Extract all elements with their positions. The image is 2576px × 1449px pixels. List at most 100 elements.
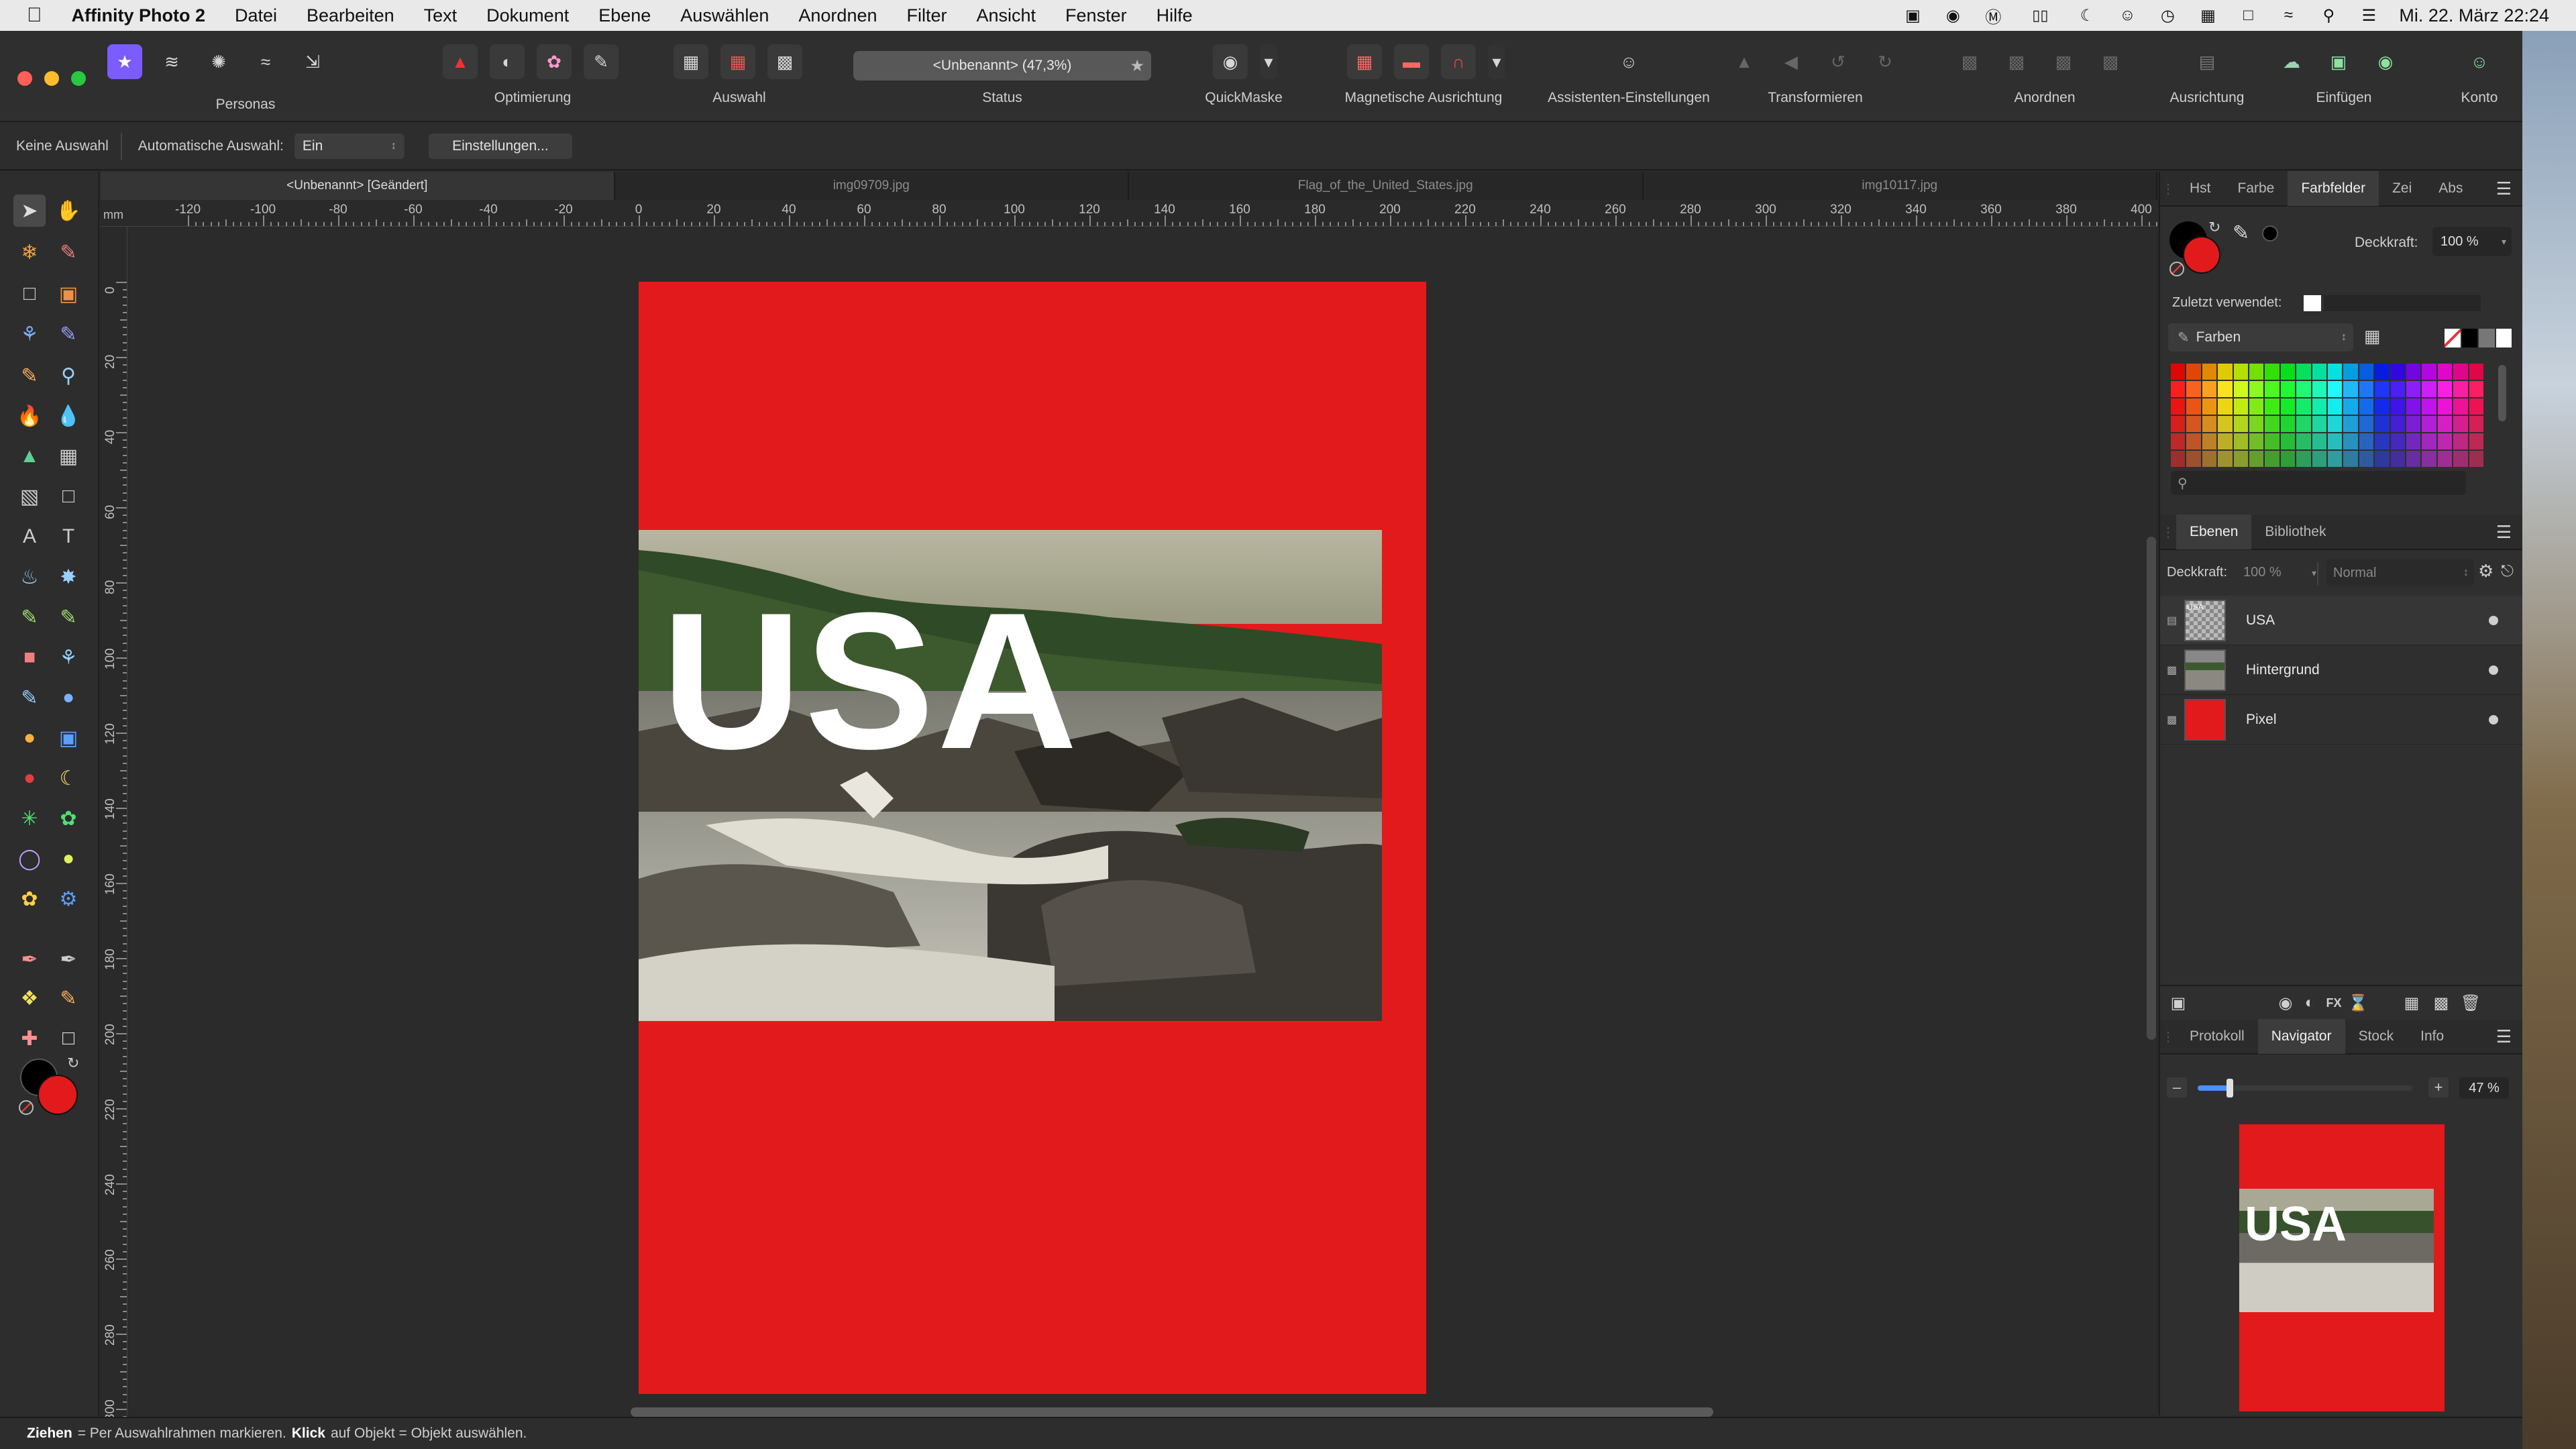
layer-row-hintergrund[interactable]: ▩ Hintergrund [2160,645,2522,695]
swatch[interactable] [2406,416,2421,432]
delete-layer-icon[interactable]: 🗑 [2459,991,2482,1014]
user-icon[interactable]: ☺ [2117,5,2137,25]
color-picker-icon[interactable]: ❖ [13,982,46,1014]
auto-white-balance-icon[interactable]: ✎ [584,44,619,79]
marquee-tool-icon[interactable]: □ [13,278,46,310]
swatch[interactable] [2375,381,2390,397]
menu-text[interactable]: Text [424,5,458,26]
swatch[interactable] [2296,381,2311,397]
layer-opacity-value[interactable]: 100 % [2243,565,2282,580]
photo-persona-icon[interactable]: ★ [107,44,142,79]
swatch[interactable] [2249,451,2264,467]
swatch[interactable] [2390,451,2405,467]
swatch[interactable] [2437,398,2453,415]
pen-tool-icon[interactable]: ✒ [13,943,46,975]
magic-wand-icon[interactable]: ✸ [52,561,85,593]
swatch[interactable] [2186,398,2201,415]
swatch[interactable] [2265,451,2279,467]
swatch[interactable] [2265,381,2279,397]
menu-bearbeiten[interactable]: Bearbeiten [307,5,394,26]
swatch[interactable] [2186,451,2201,467]
menubar-clock[interactable]: Mi. 22. März 22:24 [2399,5,2549,26]
healing-tool-icon[interactable]: ✚ [13,1022,46,1055]
swatch[interactable] [2453,433,2468,449]
hand-tool-icon[interactable]: ✋ [52,195,85,227]
swatch[interactable] [2437,433,2453,449]
lock-icon[interactable]: ⎋ [2501,562,2514,581]
swatch[interactable] [2171,433,2186,449]
tool-secondary-color[interactable] [38,1075,78,1115]
zoom-out-button[interactable]: – [2167,1077,2187,1097]
insert-shape-icon[interactable]: ◉ [2368,44,2403,79]
swatch[interactable] [2437,364,2453,380]
swatch[interactable] [2249,364,2264,380]
swatch[interactable] [2469,433,2483,449]
screen-icon[interactable]: ▣ [1902,5,1923,25]
spray-tool-icon[interactable]: ✎ [13,682,46,714]
chevron-down-icon[interactable]: ▾ [1260,44,1277,79]
swatch[interactable] [2375,364,2390,380]
menu-ebene[interactable]: Ebene [598,5,651,26]
tab-ebenen[interactable]: Ebenen [2176,515,2252,549]
align-icon[interactable]: ▤ [2190,44,2224,79]
swatch[interactable] [2202,451,2217,467]
swatch[interactable] [2186,364,2201,380]
swatch[interactable] [2359,364,2374,380]
secondary-color-well[interactable] [2183,236,2220,274]
tab-zeichen[interactable]: Zei [2379,171,2425,206]
menu-ansicht[interactable]: Ansicht [977,5,1036,26]
swatch[interactable] [2406,364,2421,380]
swatch[interactable] [2296,364,2311,380]
swatch[interactable] [2453,381,2468,397]
moon-tool-icon[interactable]: ☾ [52,762,85,794]
vertical-ruler[interactable]: 0 20 40 60 80 100 120 140 160 180 200 220 240 260 280 3… [101,227,127,1448]
deselect-icon[interactable]: ▦ [720,44,755,79]
swatch[interactable] [2437,416,2453,432]
blend-mode-dropdown[interactable]: Normal ↕ [2326,559,2474,586]
rotate-right-icon[interactable]: ↻ [1868,44,1902,79]
wifi-icon[interactable]: ≈ [2278,5,2298,25]
swatch[interactable] [2312,364,2326,380]
swatch[interactable] [2265,416,2279,432]
doc-tab-img09709[interactable]: img09709.jpg [615,172,1129,200]
swatch[interactable] [2343,416,2358,432]
mesh-warp-icon[interactable]: ▦ [52,440,85,472]
clock-icon[interactable]: ◷ [2157,5,2178,25]
node-tool-icon[interactable]: ✒ [52,943,85,975]
invert-selection-icon[interactable]: ▩ [767,44,802,79]
horizontal-ruler[interactable]: -120 -100 -80 -60 -40 -20 0 20 40 60 80 100 120 140 16… [101,200,2210,227]
swatch[interactable] [2375,451,2390,467]
swatch[interactable] [2296,416,2311,432]
swatch[interactable] [2312,398,2326,415]
swatch[interactable] [2453,364,2468,380]
swatch-scrollbar[interactable] [2498,365,2506,421]
swatch[interactable] [2280,398,2296,415]
swatch[interactable] [2375,398,2390,415]
gradient-tool-icon[interactable]: ▲ [13,440,46,472]
swatch[interactable] [2406,451,2421,467]
swatch[interactable] [2186,381,2201,397]
swatch[interactable] [2233,381,2248,397]
tab-stock[interactable]: Stock [2345,1019,2408,1054]
app-menu[interactable]: Affinity Photo 2 [72,5,205,26]
lens-tool-icon[interactable]: ● [52,843,85,875]
zoom-tool-icon[interactable]: ⚲ [52,360,85,392]
zoom-slider-knob[interactable] [2226,1079,2234,1097]
window-icon[interactable]: □ [2238,5,2258,25]
layer-visibility-toggle[interactable] [2489,714,2498,724]
quick-swatches[interactable] [2445,329,2512,347]
auto-colors-icon[interactable]: ✿ [537,44,572,79]
snapping-toggle-icon[interactable]: ▬ [1394,44,1429,79]
swatch[interactable] [2233,398,2248,415]
layer-row-pixel[interactable]: ▩ Pixel [2160,695,2522,745]
swatch[interactable] [2469,416,2483,432]
swatch[interactable] [2328,416,2343,432]
swatch[interactable] [2171,451,2186,467]
swatch[interactable] [2437,451,2453,467]
skype-icon[interactable]: Ⓜ [1983,5,2003,27]
swatch-grid[interactable] [2171,364,2485,468]
swatch[interactable] [2422,451,2436,467]
swatch[interactable] [2469,364,2483,380]
swatch[interactable] [2233,451,2248,467]
swatch[interactable] [2280,381,2296,397]
